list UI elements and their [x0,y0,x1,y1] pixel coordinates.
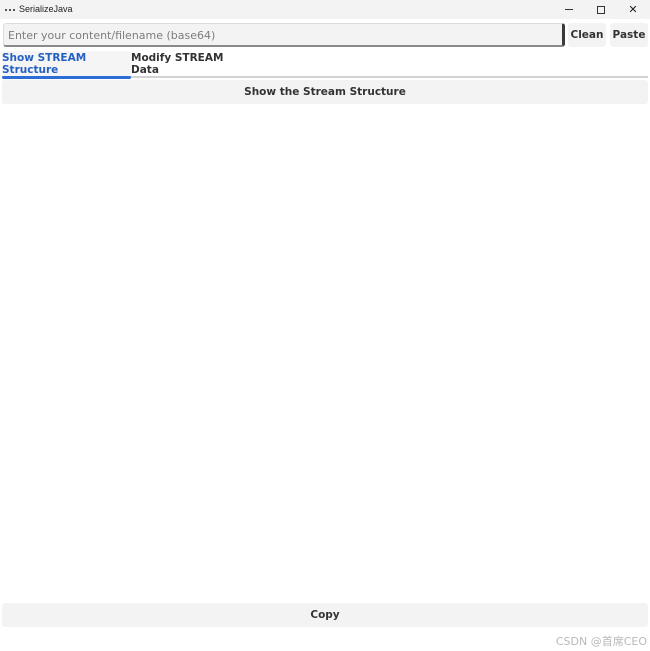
close-button[interactable]: ✕ [617,0,649,19]
tab-bar: Show STREAM Structure Modify STREAM Data [2,51,648,79]
minimize-icon [565,9,573,10]
maximize-button[interactable] [585,0,617,19]
app-dots-icon [5,7,17,12]
window-title: SerializeJava [19,4,73,14]
copy-button[interactable]: Copy [2,603,648,627]
show-stream-structure-button[interactable]: Show the Stream Structure [2,80,648,104]
tab-show-stream-structure[interactable]: Show STREAM Structure [2,51,131,77]
maximize-icon [597,5,605,14]
app-window: SerializeJava ✕ Clean Paste Show STREAM … [0,0,650,651]
close-icon: ✕ [628,3,638,16]
watermark: CSDN @首席CEO [555,635,647,648]
minimize-button[interactable] [553,0,585,19]
title-bar[interactable]: SerializeJava ✕ [0,0,650,19]
paste-button[interactable]: Paste [610,23,648,47]
tab-modify-stream-data[interactable]: Modify STREAM Data [131,51,249,77]
content-input[interactable] [4,25,562,46]
content-input-wrapper [3,23,565,47]
clean-button[interactable]: Clean [568,23,606,47]
structure-output-area[interactable] [2,106,648,600]
active-tab-indicator [2,76,131,79]
